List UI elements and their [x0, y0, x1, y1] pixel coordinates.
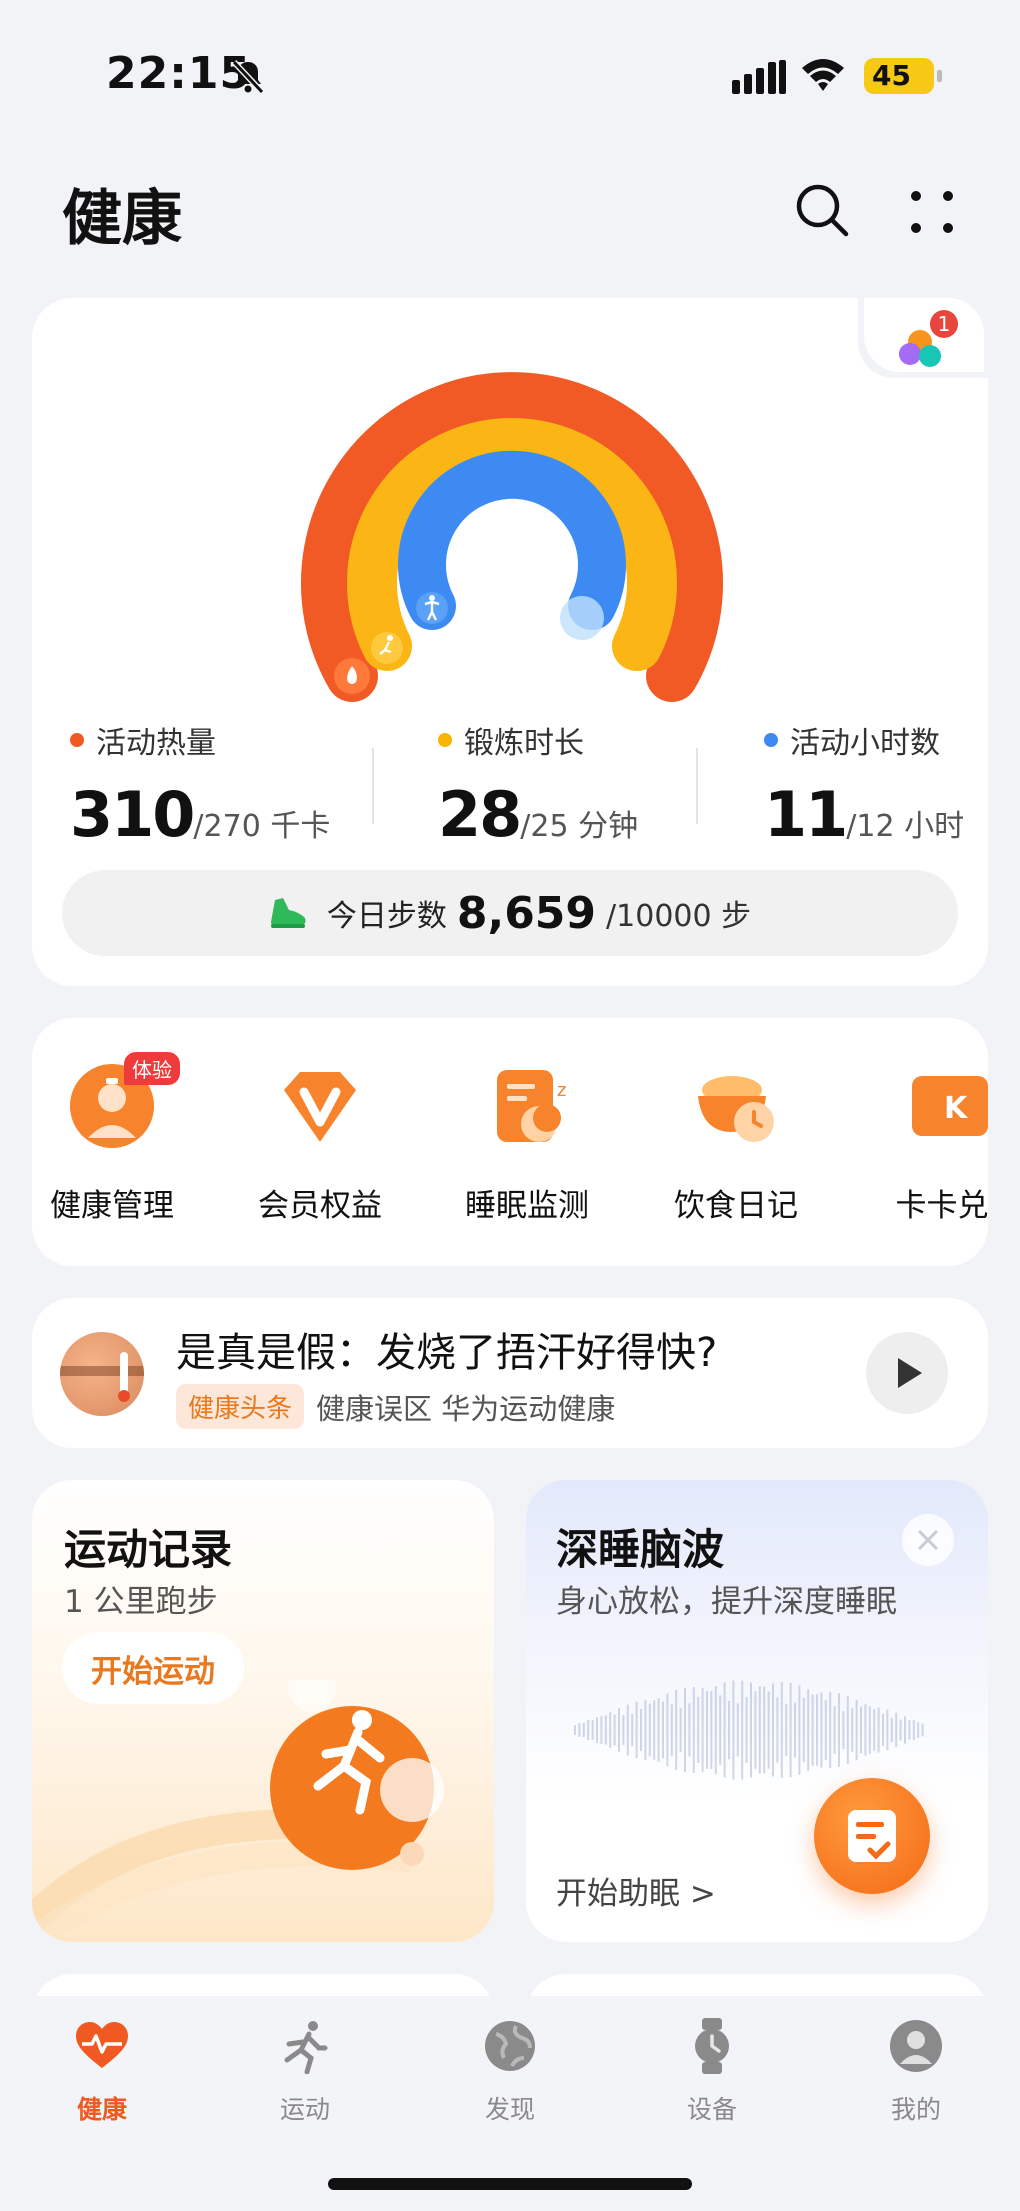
profile-icon — [890, 2020, 942, 2072]
stat-value: 28 — [438, 778, 522, 851]
steps-value: 8,659 — [456, 887, 597, 939]
service-label: 健康管理 — [50, 1188, 174, 1224]
search-icon[interactable] — [792, 180, 852, 240]
more-grid-icon[interactable] — [906, 186, 958, 238]
running-track-illustration — [32, 1680, 445, 1942]
news-card[interactable]: 是真是假：发烧了捂汗好得快? 健康头条 健康误区 华为运动健康 — [32, 1298, 988, 1448]
card-icon: K — [912, 1076, 988, 1136]
close-icon — [918, 1530, 938, 1550]
play-button[interactable] — [866, 1332, 948, 1414]
wifi-icon — [802, 59, 844, 91]
divider — [696, 748, 698, 824]
stat-goal: /12 小时 — [846, 809, 965, 844]
service-label: 会员权益 — [258, 1188, 382, 1224]
battery-level: 45 — [872, 59, 911, 92]
svg-text:K: K — [944, 1091, 969, 1126]
service-icon-wrap: K — [896, 1060, 988, 1152]
service-icon-wrap — [690, 1060, 782, 1152]
shoe-icon — [270, 898, 306, 928]
nav-label: 发现 — [484, 2095, 535, 2124]
service-item-2[interactable]: 会员权益 — [230, 1060, 410, 1225]
nav-label: 我的 — [890, 2095, 941, 2124]
play-icon — [898, 1358, 922, 1388]
news-source: 健康误区 华为运动健康 — [316, 1391, 616, 1426]
activity-rings — [301, 372, 723, 702]
thermometer-face-icon — [60, 1352, 144, 1402]
nav-label: 设备 — [686, 2095, 737, 2124]
page-title: 健康 — [62, 184, 182, 254]
heart-pulse-icon — [76, 2022, 128, 2068]
nav-me[interactable]: 我的 — [856, 2018, 976, 2126]
exercise-title: 运动记录 — [64, 1525, 233, 1574]
nav-exercise[interactable]: 运动 — [245, 2018, 365, 2126]
service-label: 卡卡兑 — [895, 1188, 989, 1224]
sleep-icon: z — [497, 1070, 566, 1142]
activity-bubbles-icon: 1 — [899, 310, 958, 367]
service-icon-wrap: 体验 — [66, 1052, 180, 1152]
nav-health[interactable]: 健康 — [42, 2018, 162, 2126]
service-label: 睡眠监测 — [465, 1188, 589, 1224]
nav-label: 运动 — [279, 2095, 330, 2124]
stat-active-hours: 活动小时数 11/12 小时 — [764, 718, 964, 851]
bell-muted-icon — [231, 59, 265, 95]
deep-sleep-card[interactable]: 深睡脑波 身心放松，提升深度睡眠 开始助眠 > — [526, 1480, 988, 1942]
service-label: 饮食日记 — [674, 1188, 798, 1224]
stat-label: 活动热量 — [96, 726, 216, 761]
services-card: 体验 健康管理 会员权益 z 睡眠监测 饮食日记 K 卡卡兑 — [32, 1018, 988, 1266]
vip-diamond-icon — [284, 1072, 356, 1142]
service-item-3[interactable]: z 睡眠监测 — [437, 1060, 617, 1225]
nav-label: 健康 — [76, 2095, 127, 2124]
stat-value: 11 — [764, 778, 848, 851]
service-item-1[interactable]: 体验健康管理 — [32, 1052, 202, 1225]
notification-count: 1 — [938, 312, 951, 336]
notification-tab[interactable]: 1 — [858, 298, 988, 378]
start-exercise-button[interactable]: 开始运动 — [62, 1632, 244, 1704]
nav-discover[interactable]: 发现 — [450, 2018, 570, 2126]
news-tag: 健康头条 — [176, 1384, 305, 1429]
sleep-record-button[interactable] — [814, 1778, 930, 1894]
exercise-record-card[interactable]: 运动记录 1 公里跑步 开始运动 — [32, 1480, 494, 1942]
close-button[interactable] — [902, 1514, 954, 1566]
globe-icon — [485, 2021, 535, 2071]
sleep-title: 深睡脑波 — [556, 1525, 725, 1574]
stat-goal: /25 分钟 — [520, 809, 639, 844]
service-icon-wrap — [274, 1060, 366, 1152]
news-thumbnail — [60, 1332, 144, 1416]
signal-icon — [732, 60, 786, 94]
service-item-4[interactable]: 饮食日记 — [646, 1060, 826, 1225]
stat-goal: /270 千卡 — [193, 809, 331, 844]
divider — [372, 748, 374, 824]
stat-value: 310 — [70, 778, 195, 851]
service-icon-wrap: z — [481, 1060, 573, 1152]
stat-label: 锻炼时长 — [464, 726, 584, 761]
hours-dot — [764, 733, 778, 747]
steps-goal: /10000 步 — [606, 899, 752, 934]
checklist-icon — [848, 1810, 896, 1862]
service-item-5[interactable]: K 卡卡兑 — [852, 1060, 988, 1225]
steps-bar[interactable]: 今日步数 8,659 /10000 步 — [62, 870, 958, 956]
start-sleep-aid-link[interactable]: 开始助眠 > — [556, 1868, 716, 1913]
watch-icon — [695, 2018, 729, 2074]
battery-indicator: 45 — [864, 58, 942, 94]
svg-text:z: z — [557, 1080, 566, 1101]
exercise-subtitle: 1 公里跑步 — [64, 1584, 218, 1620]
food-bowl-icon — [698, 1076, 774, 1142]
activity-card[interactable]: 1 活动热量 310/270 千卡 锻炼时长 28/25 分钟 活动小时数 11… — [32, 298, 988, 986]
nav-devices[interactable]: 设备 — [652, 2018, 772, 2126]
news-title: 是真是假：发烧了捂汗好得快? — [176, 1330, 718, 1376]
trial-badge: 体验 — [124, 1052, 180, 1085]
steps-label: 今日步数 — [326, 899, 447, 934]
sleep-subtitle: 身心放松，提升深度睡眠 — [556, 1584, 897, 1620]
stat-calories: 活动热量 310/270 千卡 — [70, 718, 330, 851]
status-bar: 22:15 45 — [0, 0, 1020, 130]
calories-dot — [70, 733, 84, 747]
running-icon — [284, 2021, 328, 2075]
home-indicator[interactable] — [328, 2178, 692, 2190]
stat-exercise: 锻炼时长 28/25 分钟 — [438, 718, 638, 851]
exercise-dot — [438, 733, 452, 747]
stat-label: 活动小时数 — [790, 726, 940, 761]
